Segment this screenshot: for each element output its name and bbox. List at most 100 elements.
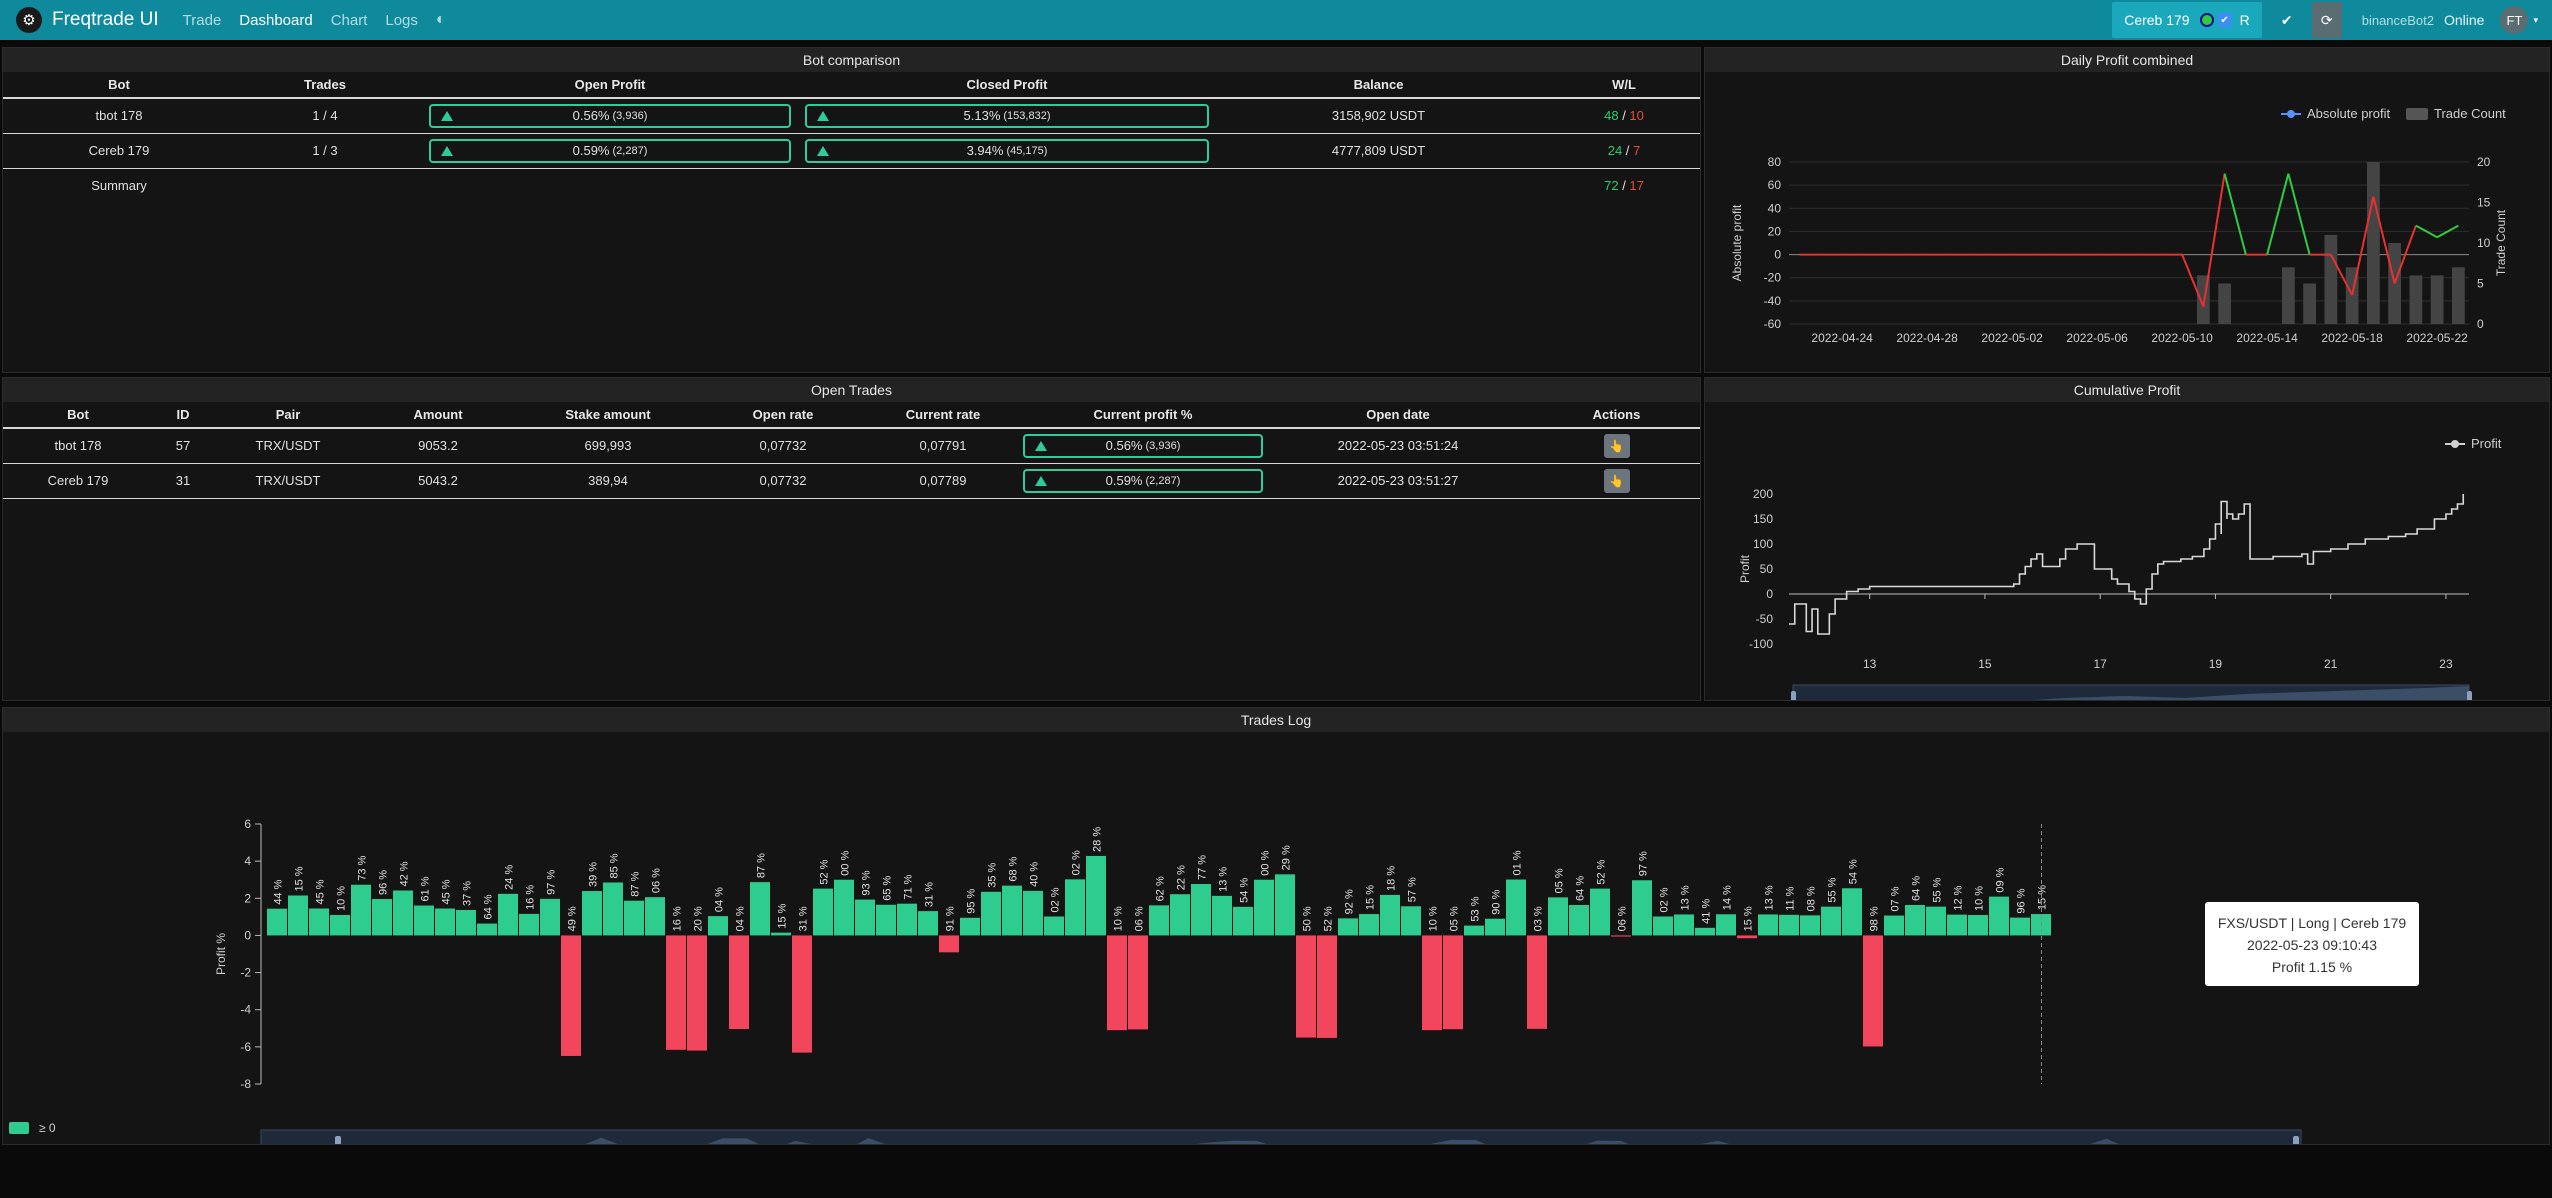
- trade-bar: [1149, 905, 1169, 936]
- zoom-handle-right[interactable]: [2467, 691, 2472, 709]
- brand-title[interactable]: Freqtrade UI: [52, 9, 159, 31]
- stake-cell: 699,993: [513, 428, 703, 464]
- profit-abs: (45,175): [1006, 144, 1048, 157]
- trade-bar: [1464, 925, 1484, 936]
- trade-bar-label: 45 %: [315, 879, 327, 904]
- trade-bar-label: 13 %: [1218, 867, 1230, 892]
- cumulative-profit-chart[interactable]: Profit -100 -50 0 50 100 150 200 13 15 17 19 21 23 Pr…: [1705, 402, 2549, 716]
- zoom-handle-left[interactable]: [1791, 691, 1796, 709]
- col-header: Closed Profit: [805, 72, 1209, 99]
- nav-link-logs[interactable]: Logs: [385, 12, 418, 29]
- trades-log-chart[interactable]: -8 -6 -4 -2 0 2 4 6 44 % 15 % 45 % 10 % 73 % 96 % 42 %…: [3, 732, 2549, 1161]
- zoom-slider[interactable]: [1791, 684, 2472, 716]
- trade-bar: [1170, 894, 1190, 936]
- trade-bar-label: 92 %: [1344, 889, 1356, 914]
- trade-bar-label: 87 %: [630, 871, 642, 896]
- profit-badge: 0.59% (2,287): [429, 138, 791, 163]
- trade-bar-label: 54 %: [1239, 878, 1251, 903]
- legend[interactable]: ≥ 0 < 0: [9, 1121, 56, 1159]
- y-tick-label: 4: [244, 854, 251, 868]
- daily-profit-chart[interactable]: Absolute profit Trade Count -60 -40 -20 0 20…: [1705, 72, 2549, 372]
- trade-bar-label: 22 %: [1176, 865, 1188, 890]
- trade-bar-label: 55 %: [1827, 877, 1839, 902]
- wl-cell: 72 / 17: [1604, 178, 1644, 194]
- y-axis-label: Absolute profit: [1730, 204, 1744, 281]
- trade-bar-label: 87 %: [756, 853, 768, 878]
- zoom-handle-right[interactable]: [2293, 1136, 2299, 1156]
- check-icon[interactable]: ✔: [2272, 2, 2302, 38]
- zoom-slider-track[interactable]: [260, 1129, 2302, 1161]
- actions-button[interactable]: 👆: [1603, 468, 1630, 493]
- refresh-icon[interactable]: ⟳: [2311, 2, 2342, 38]
- bot-name: binanceBot2: [2361, 12, 2434, 28]
- trade-bar: [1086, 855, 1106, 936]
- trades-cell: 1 / 3: [235, 133, 415, 169]
- trade-bar-label: 97 %: [546, 870, 558, 895]
- trade-bar-label: 64 %: [1575, 876, 1587, 901]
- bot-cell: Cereb 179: [3, 463, 153, 499]
- trade-bar-label: 12 %: [1953, 885, 1965, 910]
- trade-bar: [1422, 935, 1442, 1031]
- theme-toggle-icon[interactable]: ◐: [436, 11, 446, 29]
- wins: 24: [1607, 143, 1623, 158]
- trade-bar-label: 06 %: [1134, 906, 1146, 931]
- avatar[interactable]: FT: [2500, 6, 2529, 34]
- trade-bar-label: 15 %: [2037, 885, 2049, 910]
- trade-bar-label: 13 %: [1680, 885, 1692, 910]
- trade-bar: [897, 903, 917, 936]
- caret-down-icon[interactable]: ▾: [2533, 15, 2538, 26]
- trade-bar-label: 07 %: [1890, 886, 1902, 911]
- trade-bar: [1254, 879, 1274, 936]
- open-trades-panel: Open Trades Bot ID Pair Amount Stake amo…: [2, 377, 1701, 701]
- checkbox-icon[interactable]: ✔: [2217, 13, 2232, 27]
- nav-link-trade[interactable]: Trade: [183, 12, 222, 29]
- table-row[interactable]: Cereb 179 31 TRX/USDT 5043.2 389,94 0,07…: [3, 463, 1700, 499]
- trade-count-bar: [2430, 275, 2444, 324]
- table-header-row: Bot ID Pair Amount Stake amount Open rat…: [3, 402, 1700, 429]
- up-triangle-icon: [817, 110, 829, 121]
- trade-bar-label: 52 %: [1596, 859, 1608, 884]
- legend[interactable]: Profit: [2445, 436, 2502, 451]
- losses: 10: [1629, 108, 1644, 124]
- table-row[interactable]: tbot 178 1 / 4 0.56% (3,936) 5.13% (153,83…: [3, 98, 1700, 134]
- nav-link-dashboard[interactable]: Dashboard: [239, 12, 312, 29]
- nav-link-chart[interactable]: Chart: [331, 12, 368, 29]
- trade-bar: [1926, 906, 1946, 936]
- trade-bar: [771, 932, 791, 936]
- trade-bar: [1044, 916, 1064, 936]
- actions-cell: 👆: [1533, 428, 1700, 464]
- zoom-slider[interactable]: [260, 1129, 2302, 1161]
- trade-bar: [1611, 935, 1631, 937]
- freqtrade-logo-icon[interactable]: ⚙: [16, 7, 42, 33]
- summary-row: Summary 72 / 17: [3, 168, 1700, 203]
- y-tick-label: 100: [1753, 537, 1773, 551]
- closed-profit-cell: 5.13% (153,832): [805, 98, 1209, 134]
- panel-title: Cumulative Profit: [1705, 378, 2549, 402]
- bot-selector-label: Cereb 179: [2124, 12, 2190, 28]
- profit-cell: 0.59% (2,287): [1023, 463, 1263, 499]
- trade-bar-label: 05 %: [1554, 868, 1566, 893]
- trade-bar-label: 15 %: [294, 866, 306, 891]
- trade-bar-label: 28 %: [1092, 827, 1104, 852]
- trade-bar: [561, 935, 581, 1056]
- table-row[interactable]: tbot 178 57 TRX/USDT 9053.2 699,993 0,07…: [3, 428, 1700, 464]
- profit-pct: 0.59%: [1105, 473, 1143, 488]
- trade-bar: [750, 882, 770, 936]
- trade-bar: [960, 917, 980, 936]
- bot-selector[interactable]: Cereb 179 ✔ R: [2112, 2, 2262, 38]
- profit-abs: (3,936): [612, 109, 648, 122]
- open-rate-cell: 0,07732: [703, 463, 863, 499]
- trade-bar-label: 10 %: [1428, 906, 1440, 931]
- trade-bar: [267, 908, 287, 936]
- table-row[interactable]: Cereb 179 1 / 3 0.59% (2,287) 3.94% (45,17…: [3, 133, 1700, 169]
- legend[interactable]: Absolute profit Trade Count: [2281, 106, 2506, 121]
- trade-bar: [582, 891, 602, 936]
- profit-pct: 0.56%: [1105, 438, 1143, 454]
- trade-bar: [666, 935, 686, 1050]
- trade-bar: [1233, 906, 1253, 936]
- trade-bar-label: 55 %: [1932, 877, 1944, 902]
- trade-bar-label: 64 %: [483, 894, 495, 919]
- zoom-handle-left[interactable]: [335, 1136, 341, 1156]
- actions-button[interactable]: 👆: [1603, 433, 1630, 458]
- wins: 48: [1604, 108, 1619, 124]
